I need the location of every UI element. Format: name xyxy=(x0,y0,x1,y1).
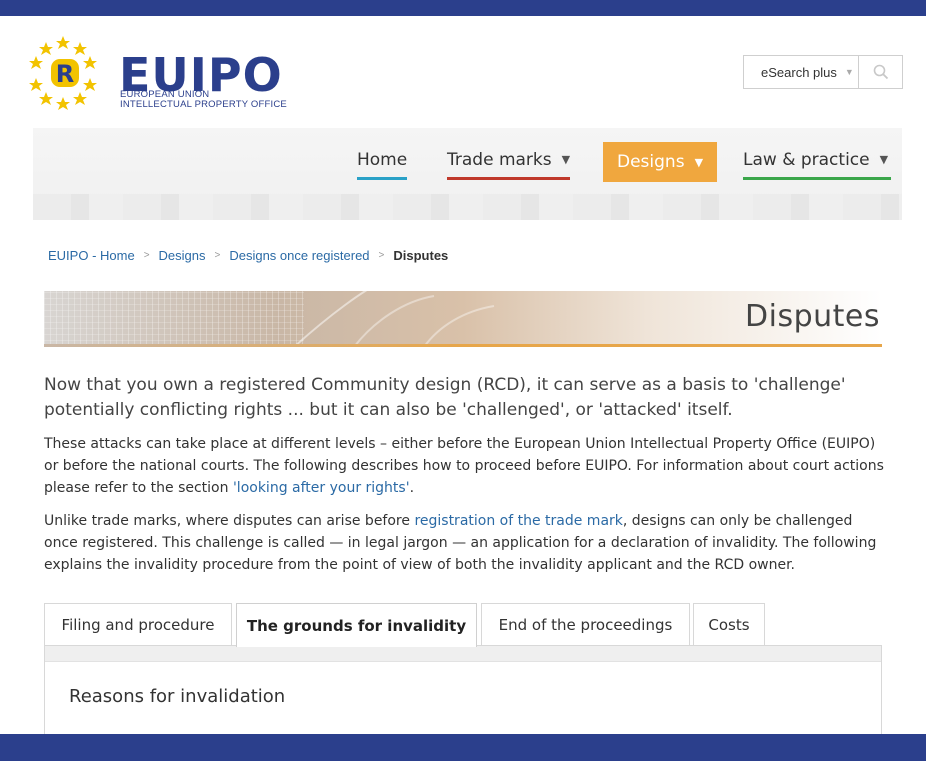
search-icon xyxy=(873,64,888,80)
logo-subtitle-line2: INTELLECTUAL PROPERTY OFFICE xyxy=(120,99,287,110)
search-bar: eSearch plus ▼ xyxy=(743,55,903,89)
paragraph-trade-marks-start: Unlike trade marks, where disputes can a… xyxy=(44,513,415,529)
tab-grounds-for-invalidity[interactable]: The grounds for invalidity xyxy=(236,603,477,647)
breadcrumb-link-home[interactable]: EUIPO - Home xyxy=(48,248,135,263)
search-button[interactable] xyxy=(859,55,903,89)
caret-down-icon: ▼ xyxy=(879,153,889,166)
eu-stars-logo-icon: R xyxy=(29,36,97,110)
main-navigation: Home Trade marks ▼ Designs ▼ Law & pract… xyxy=(33,128,902,220)
link-looking-after-your-rights[interactable]: 'looking after your rights' xyxy=(233,480,410,496)
tab-costs[interactable]: Costs xyxy=(693,603,765,645)
breadcrumb-link-designs-once-registered[interactable]: Designs once registered xyxy=(229,248,369,263)
paragraph-attacks-text: These attacks can take place at differen… xyxy=(44,436,884,496)
page-title: Disputes xyxy=(745,299,880,334)
search-scope-value: eSearch plus xyxy=(761,64,837,80)
paragraph-attacks-end: . xyxy=(409,480,415,496)
caret-down-icon: ▼ xyxy=(694,155,704,169)
tab-panel-heading: Reasons for invalidation xyxy=(69,686,286,707)
svg-text:R: R xyxy=(56,60,74,88)
link-registration-of-trade-mark[interactable]: registration of the trade mark xyxy=(414,513,622,529)
bottom-brand-bar xyxy=(0,734,926,761)
breadcrumb: EUIPO - Home > Designs > Designs once re… xyxy=(48,248,448,263)
nav-item-trade-marks-label: Trade marks xyxy=(447,149,552,170)
nav-item-designs-label: Designs xyxy=(617,152,685,172)
breadcrumb-link-designs[interactable]: Designs xyxy=(159,248,206,263)
nav-item-law-practice[interactable]: Law & practice ▼ xyxy=(743,142,891,180)
intro-lead: Now that you own a registered Community … xyxy=(44,375,846,420)
nav-item-home-label: Home xyxy=(357,149,408,170)
nav-decorative-stripe xyxy=(33,194,902,220)
nav-item-designs[interactable]: Designs ▼ xyxy=(603,142,717,182)
tab-panel: Reasons for invalidation xyxy=(44,645,882,734)
breadcrumb-separator-icon: > xyxy=(378,250,385,261)
tab-panel-band xyxy=(45,646,881,662)
paragraph-attacks: These attacks can take place at differen… xyxy=(44,433,884,499)
paragraph-trade-marks: Unlike trade marks, where disputes can a… xyxy=(44,510,884,576)
top-brand-bar xyxy=(0,0,926,16)
caret-down-icon: ▼ xyxy=(844,67,854,77)
page-banner: Disputes xyxy=(44,291,882,347)
banner-underline xyxy=(44,344,882,347)
euipo-logo[interactable]: R EUIPO EUROPEAN UNION INTELLECTUAL PROP… xyxy=(24,34,324,112)
nav-item-home[interactable]: Home xyxy=(357,142,408,180)
caret-down-icon: ▼ xyxy=(561,153,571,166)
tab-end-of-proceedings[interactable]: End of the proceedings xyxy=(481,603,690,645)
breadcrumb-current: Disputes xyxy=(393,248,449,263)
tab-filing-and-procedure[interactable]: Filing and procedure xyxy=(44,603,232,645)
breadcrumb-separator-icon: > xyxy=(143,250,150,261)
nav-item-law-practice-label: Law & practice xyxy=(743,149,870,170)
search-scope-select[interactable]: eSearch plus ▼ xyxy=(743,55,859,89)
nav-item-trade-marks[interactable]: Trade marks ▼ xyxy=(447,142,571,180)
breadcrumb-separator-icon: > xyxy=(214,250,221,261)
